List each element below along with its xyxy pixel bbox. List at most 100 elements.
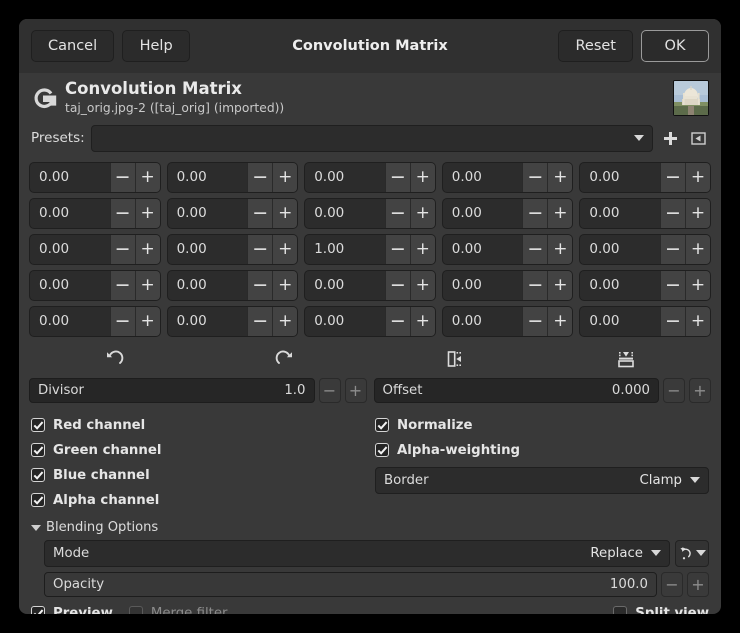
matrix-cell-value[interactable]: 0.00 — [580, 163, 660, 192]
matrix-cell-decrement[interactable]: − — [247, 162, 273, 192]
matrix-cell-1-2[interactable]: 0.00 − + — [304, 197, 436, 229]
matrix-cell-decrement[interactable]: − — [659, 270, 685, 300]
offset-value[interactable]: 0.000 — [612, 383, 650, 398]
matrix-cell-decrement[interactable]: − — [109, 198, 135, 228]
green-channel-checkbox[interactable]: Green channel — [31, 438, 375, 463]
matrix-cell-value[interactable]: 0.00 — [168, 199, 248, 228]
matrix-cell-1-4[interactable]: 0.00 − + — [579, 197, 711, 229]
matrix-cell-decrement[interactable]: − — [247, 270, 273, 300]
matrix-cell-value[interactable]: 0.00 — [443, 163, 523, 192]
matrix-cell-increment[interactable]: + — [134, 162, 160, 192]
matrix-cell-value[interactable]: 0.00 — [305, 271, 385, 300]
matrix-cell-value[interactable]: 0.00 — [30, 235, 110, 264]
matrix-cell-increment[interactable]: + — [547, 234, 573, 264]
opacity-value[interactable]: 100.0 — [610, 577, 648, 592]
matrix-cell-value[interactable]: 0.00 — [443, 199, 523, 228]
blue-channel-checkbox[interactable]: Blue channel — [31, 463, 375, 488]
matrix-cell-increment[interactable]: + — [134, 306, 160, 336]
matrix-cell-increment[interactable]: + — [547, 162, 573, 192]
blending-options-expander[interactable]: Blending Options — [31, 519, 709, 537]
alpha-channel-checkbox[interactable]: Alpha channel — [31, 488, 375, 513]
matrix-cell-increment[interactable]: + — [134, 270, 160, 300]
matrix-cell-value[interactable]: 0.00 — [305, 163, 385, 192]
rotate-right-button[interactable] — [200, 346, 371, 372]
matrix-cell-increment[interactable]: + — [547, 198, 573, 228]
matrix-cell-increment[interactable]: + — [547, 270, 573, 300]
preset-menu-button[interactable] — [687, 126, 709, 150]
opacity-slider[interactable]: Opacity 100.0 — [44, 571, 657, 597]
divisor-slider[interactable]: Divisor 1.0 — [29, 377, 315, 403]
matrix-cell-decrement[interactable]: − — [384, 234, 410, 264]
matrix-cell-decrement[interactable]: − — [109, 234, 135, 264]
matrix-cell-value[interactable]: 0.00 — [168, 235, 248, 264]
matrix-cell-value[interactable]: 0.00 — [168, 307, 248, 336]
matrix-cell-value[interactable]: 0.00 — [30, 271, 110, 300]
matrix-cell-value[interactable]: 0.00 — [580, 307, 660, 336]
matrix-cell-decrement[interactable]: − — [384, 270, 410, 300]
matrix-cell-decrement[interactable]: − — [522, 270, 548, 300]
offset-increment[interactable]: + — [689, 377, 711, 403]
matrix-cell-decrement[interactable]: − — [659, 198, 685, 228]
flip-vertical-button[interactable] — [541, 346, 712, 372]
matrix-cell-1-3[interactable]: 0.00 − + — [441, 197, 574, 229]
matrix-cell-decrement[interactable]: − — [247, 198, 273, 228]
matrix-cell-decrement[interactable]: − — [247, 306, 273, 336]
matrix-cell-0-1[interactable]: 0.00 − + — [166, 161, 299, 193]
split-view-checkbox[interactable]: Split view — [613, 601, 709, 614]
matrix-cell-3-3[interactable]: 0.00 − + — [441, 269, 574, 301]
matrix-cell-decrement[interactable]: − — [522, 162, 548, 192]
matrix-cell-value[interactable]: 0.00 — [305, 307, 385, 336]
matrix-cell-4-3[interactable]: 0.00 − + — [441, 305, 574, 337]
matrix-cell-decrement[interactable]: − — [659, 234, 685, 264]
matrix-cell-increment[interactable]: + — [272, 162, 298, 192]
matrix-cell-value[interactable]: 0.00 — [443, 271, 523, 300]
matrix-cell-increment[interactable]: + — [134, 234, 160, 264]
matrix-cell-decrement[interactable]: − — [109, 306, 135, 336]
matrix-cell-value[interactable]: 0.00 — [168, 163, 248, 192]
matrix-cell-1-1[interactable]: 0.00 − + — [166, 197, 299, 229]
normalize-checkbox[interactable]: Normalize — [375, 413, 709, 438]
matrix-cell-4-2[interactable]: 0.00 − + — [304, 305, 436, 337]
matrix-cell-decrement[interactable]: − — [659, 306, 685, 336]
matrix-cell-increment[interactable]: + — [684, 270, 710, 300]
matrix-cell-increment[interactable]: + — [272, 306, 298, 336]
rotate-left-button[interactable] — [29, 346, 200, 372]
help-button[interactable]: Help — [122, 30, 191, 62]
red-channel-checkbox[interactable]: Red channel — [31, 413, 375, 438]
matrix-cell-2-0[interactable]: 0.00 − + — [29, 233, 161, 265]
alpha-weighting-checkbox[interactable]: Alpha-weighting — [375, 438, 709, 463]
matrix-cell-0-4[interactable]: 0.00 − + — [579, 161, 711, 193]
matrix-cell-increment[interactable]: + — [409, 162, 435, 192]
matrix-cell-increment[interactable]: + — [272, 198, 298, 228]
matrix-cell-increment[interactable]: + — [272, 234, 298, 264]
matrix-cell-value[interactable]: 0.00 — [305, 199, 385, 228]
preview-checkbox[interactable]: Preview — [31, 601, 113, 614]
merge-filter-checkbox[interactable]: Merge filter — [128, 601, 228, 614]
matrix-cell-2-4[interactable]: 0.00 − + — [579, 233, 711, 265]
matrix-cell-0-3[interactable]: 0.00 − + — [441, 161, 574, 193]
matrix-cell-0-0[interactable]: 0.00 − + — [29, 161, 161, 193]
matrix-cell-value[interactable]: 0.00 — [443, 307, 523, 336]
matrix-cell-4-0[interactable]: 0.00 − + — [29, 305, 161, 337]
matrix-cell-value[interactable]: 0.00 — [30, 307, 110, 336]
opacity-decrement[interactable]: − — [661, 571, 683, 597]
matrix-cell-decrement[interactable]: − — [109, 270, 135, 300]
matrix-cell-value[interactable]: 0.00 — [580, 235, 660, 264]
matrix-cell-3-0[interactable]: 0.00 − + — [29, 269, 161, 301]
matrix-cell-increment[interactable]: + — [409, 234, 435, 264]
matrix-cell-decrement[interactable]: − — [522, 306, 548, 336]
offset-decrement[interactable]: − — [663, 377, 685, 403]
matrix-cell-1-0[interactable]: 0.00 − + — [29, 197, 161, 229]
matrix-cell-4-4[interactable]: 0.00 − + — [579, 305, 711, 337]
matrix-cell-2-3[interactable]: 0.00 − + — [441, 233, 574, 265]
matrix-cell-value[interactable]: 0.00 — [168, 271, 248, 300]
matrix-cell-increment[interactable]: + — [684, 198, 710, 228]
matrix-cell-increment[interactable]: + — [409, 306, 435, 336]
matrix-cell-3-1[interactable]: 0.00 − + — [166, 269, 299, 301]
matrix-cell-value[interactable]: 0.00 — [443, 235, 523, 264]
matrix-cell-decrement[interactable]: − — [522, 198, 548, 228]
border-combobox[interactable]: Border Clamp — [375, 466, 709, 494]
matrix-cell-increment[interactable]: + — [409, 198, 435, 228]
matrix-cell-increment[interactable]: + — [684, 162, 710, 192]
matrix-cell-2-1[interactable]: 0.00 − + — [166, 233, 299, 265]
